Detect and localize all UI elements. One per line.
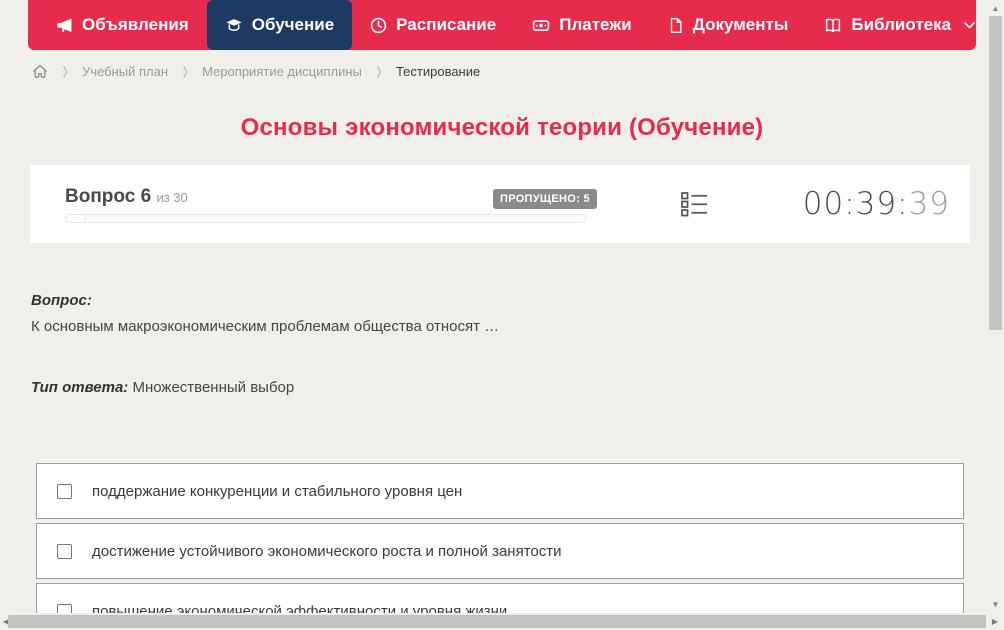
- nav-item-announcements[interactable]: Объявления: [38, 0, 207, 50]
- checkbox[interactable]: [57, 483, 72, 499]
- nav-item-payments[interactable]: Платежи: [514, 0, 650, 50]
- question-total: из 30: [156, 190, 188, 205]
- exam-timer: 00:39:39: [803, 186, 950, 222]
- question-progress-bar: [65, 214, 587, 223]
- question-number-label: Вопрос 6: [65, 186, 152, 207]
- home-icon[interactable]: [32, 63, 48, 79]
- question-header-card: Вопрос 6 из 30 ПРОПУЩЕНО: 5 00:39:39: [30, 165, 970, 243]
- timer-hours-minutes: 00:39:: [802, 186, 909, 222]
- nav-item-label: Обучение: [251, 15, 335, 34]
- nav-item-label: Документы: [692, 15, 789, 34]
- nav-item-label: Расписание: [396, 15, 497, 34]
- horizontal-scrollbar-thumb[interactable]: [8, 615, 986, 628]
- answer-option-label: поддержание конкуренции и стабильного ур…: [92, 482, 463, 500]
- breadcrumb-testing: Тестирование: [395, 63, 481, 79]
- answer-option[interactable]: достижение устойчивого экономического ро…: [36, 523, 964, 579]
- breadcrumb-separator-icon: ❭: [180, 64, 191, 78]
- breadcrumb-separator-icon: ❭: [373, 64, 384, 78]
- document-icon: [668, 17, 684, 34]
- answer-type-line: Тип ответа: Множественный выбор: [31, 379, 294, 396]
- breadcrumb: ❭ Учебный план ❭ Мероприятие дисциплины …: [32, 63, 480, 79]
- question-label: Вопрос:: [31, 292, 92, 309]
- open-book-icon: [824, 17, 842, 34]
- question-list-icon: [681, 192, 707, 217]
- skipped-badge: ПРОПУЩЕНО: 5: [493, 189, 597, 209]
- scroll-right-arrow-icon[interactable]: ▶: [989, 613, 1001, 630]
- scroll-up-arrow-icon[interactable]: ▲: [987, 1, 1004, 15]
- checkbox[interactable]: [57, 543, 72, 559]
- nav-item-documents[interactable]: Документы: [650, 0, 807, 50]
- answer-option[interactable]: поддержание конкуренции и стабильного ур…: [36, 463, 964, 519]
- breadcrumb-separator-icon: ❭: [60, 64, 71, 78]
- nav-item-label: Объявления: [82, 15, 189, 34]
- chevron-down-icon: [964, 21, 975, 29]
- breadcrumb-study-plan[interactable]: Учебный план: [82, 64, 168, 79]
- horizontal-scrollbar[interactable]: ◀ ▶: [0, 613, 1004, 630]
- nav-item-schedule[interactable]: Расписание: [352, 0, 514, 50]
- question-text: К основным макроэкономическим проблемам …: [31, 318, 500, 335]
- wallet-icon: [532, 17, 550, 34]
- question-progress-fill: [66, 215, 86, 222]
- nav-item-label: Платежи: [559, 15, 632, 34]
- graduation-cap-icon: [225, 17, 243, 34]
- question-number: Вопрос 6 из 30: [65, 186, 188, 208]
- nav-item-library[interactable]: Библиотека: [806, 0, 993, 50]
- answer-type-value: Множественный выбор: [128, 379, 295, 396]
- answer-option-label: достижение устойчивого экономического ро…: [92, 542, 562, 560]
- scroll-down-arrow-icon[interactable]: ▼: [987, 597, 1004, 611]
- megaphone-icon: [56, 17, 73, 34]
- question-list-button[interactable]: [675, 185, 713, 223]
- breadcrumb-discipline-event[interactable]: Мероприятие дисциплины: [202, 64, 362, 79]
- timer-seconds: 39: [908, 186, 950, 222]
- nav-item-label: Библиотека: [851, 15, 952, 34]
- page-title: Основы экономической теории (Обучение): [240, 114, 764, 141]
- vertical-scrollbar-thumb[interactable]: [989, 16, 1002, 330]
- clock-icon: [370, 17, 387, 34]
- vertical-scrollbar[interactable]: ▲ ▼: [987, 0, 1004, 613]
- nav-item-learning[interactable]: Обучение: [206, 0, 353, 50]
- answer-type-label: Тип ответа:: [31, 379, 129, 396]
- main-nav: Объявления Обучение Расписание Платежи Д…: [28, 0, 976, 50]
